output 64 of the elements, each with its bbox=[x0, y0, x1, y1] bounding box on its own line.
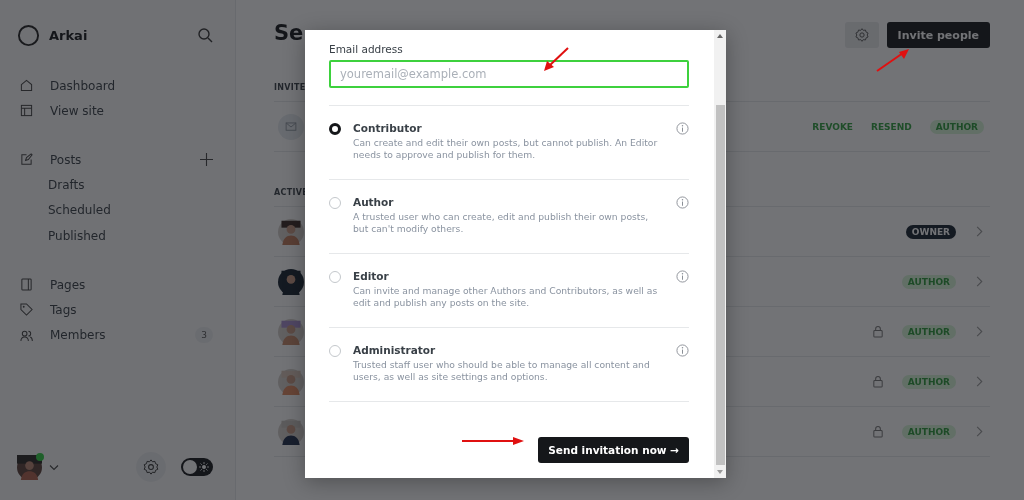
tag-icon bbox=[20, 303, 33, 317]
invite-button[interactable]: Invite people bbox=[886, 22, 990, 48]
nav-item[interactable]: Pages bbox=[50, 277, 86, 292]
settings-button[interactable] bbox=[136, 452, 166, 482]
info-icon[interactable] bbox=[676, 196, 689, 209]
role-badge: OWNER bbox=[905, 224, 956, 239]
brand-logo-icon bbox=[17, 23, 40, 47]
nav-item[interactable]: Dashboard bbox=[50, 78, 116, 93]
nav-item[interactable]: Tags bbox=[50, 302, 77, 317]
chevron-right-icon[interactable] bbox=[974, 426, 984, 437]
layout-icon bbox=[20, 104, 33, 118]
info-icon[interactable] bbox=[676, 122, 689, 135]
scroll-up-icon[interactable] bbox=[716, 33, 724, 39]
people-icon bbox=[20, 328, 33, 342]
role-name: Contributor bbox=[353, 122, 423, 134]
role-badge: AUTHOR bbox=[901, 424, 956, 439]
mail-icon bbox=[278, 113, 304, 140]
page-icon bbox=[20, 278, 33, 292]
role-badge: AUTHOR bbox=[901, 374, 956, 389]
settings-button[interactable] bbox=[844, 22, 879, 48]
role-description: Trusted staff user who should be able to manage all content and users, as well as site settings and options. bbox=[353, 359, 651, 383]
role-badge: AUTHOR bbox=[901, 324, 956, 339]
email-field[interactable]: youremail@example.com bbox=[329, 60, 689, 88]
annotation-arrow bbox=[543, 47, 569, 73]
nav-subitem[interactable]: Published bbox=[48, 228, 106, 243]
annotation-arrow bbox=[462, 436, 524, 446]
gear-icon bbox=[853, 27, 870, 43]
nav-item[interactable]: View site bbox=[50, 103, 104, 118]
role-description: Can invite and manage other Authors and Contributors, as well as edit and publish any posts on the site. bbox=[353, 285, 659, 309]
count-badge: 3 bbox=[195, 327, 213, 344]
page-title: Se bbox=[274, 22, 304, 44]
role-name: Administrator bbox=[353, 344, 437, 356]
plus-icon[interactable] bbox=[200, 153, 213, 167]
role-description: A trusted user who can create, edit and publish their own posts, but can't modify others. bbox=[353, 211, 650, 235]
info-icon[interactable] bbox=[676, 270, 689, 283]
field-label: Email address bbox=[329, 43, 404, 55]
chevron-right-icon[interactable] bbox=[974, 226, 984, 237]
search-icon[interactable] bbox=[197, 27, 213, 43]
row-action-link[interactable]: RESEND bbox=[871, 121, 912, 132]
nav-subitem[interactable]: Drafts bbox=[48, 178, 85, 193]
info-icon[interactable] bbox=[676, 344, 689, 357]
role-badge: AUTHOR bbox=[901, 274, 956, 289]
role-badge: AUTHOR bbox=[929, 119, 984, 134]
theme-toggle[interactable] bbox=[181, 458, 213, 476]
chevron-right-icon[interactable] bbox=[974, 326, 984, 337]
nav-item[interactable]: Members bbox=[50, 328, 106, 343]
nav-subitem[interactable]: Scheduled bbox=[48, 203, 111, 218]
sun-icon bbox=[199, 462, 209, 472]
role-description: Can create and edit their own posts, but cannot publish. An Editor needs to approve and publish for them. bbox=[353, 137, 659, 161]
row-action-link[interactable]: REVOKE bbox=[812, 121, 854, 132]
chevron-right-icon[interactable] bbox=[974, 276, 984, 287]
annotation-arrow bbox=[876, 48, 910, 72]
role-name: Author bbox=[353, 196, 395, 208]
send-invitation-button[interactable]: Send invitation now → bbox=[538, 437, 689, 463]
role-name: Editor bbox=[353, 270, 390, 282]
scroll-down-icon[interactable] bbox=[716, 469, 724, 475]
edit-icon bbox=[20, 153, 33, 167]
scrollbar[interactable] bbox=[714, 30, 726, 478]
nav-item[interactable]: Posts bbox=[50, 152, 82, 167]
home-icon bbox=[20, 79, 33, 93]
radio-button[interactable] bbox=[329, 123, 341, 135]
chevron-right-icon[interactable] bbox=[974, 376, 984, 387]
site-name: Arkai bbox=[49, 27, 88, 43]
gear-icon bbox=[142, 458, 160, 476]
